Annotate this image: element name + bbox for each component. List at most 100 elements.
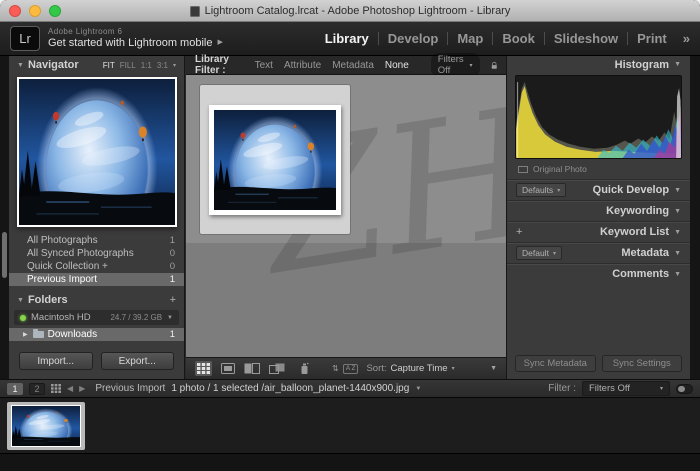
folders-panel-header[interactable]: ▼ Folders + [9,292,184,308]
zoom-button[interactable] [49,5,61,17]
module-print[interactable]: Print [628,31,676,46]
quick-develop-preset-dropdown[interactable]: Defaults ▾ [516,183,566,197]
histogram-panel-header[interactable]: Histogram ▼ [507,56,690,73]
histogram[interactable] [515,75,682,159]
comments-panel-header[interactable]: Comments ▼ [507,263,690,284]
minimize-button[interactable] [29,5,41,17]
panel-title-text: Quick Develop [593,184,669,196]
catalog-item-all-synced-photographs[interactable]: All Synced Photographs 0 [9,247,184,260]
caret-icon: ▾ [469,62,472,69]
selection-info[interactable]: 1 photo / 1 selected /air_balloon_planet… [171,383,409,394]
filmstrip-thumbnail-cell[interactable] [7,402,85,450]
grid-view-icon[interactable] [195,361,212,376]
folder-label: Downloads [48,329,97,340]
module-develop[interactable]: Develop [379,31,448,46]
main-window-button[interactable]: 1 [7,383,23,395]
zoom-fit[interactable]: FIT [103,61,115,70]
filmstrip-filter-dropdown[interactable]: Filters Off ▾ [582,381,670,396]
painter-spray-icon[interactable] [300,362,309,375]
disclosure-icon[interactable]: ▼ [17,297,24,304]
photo-thumbnail[interactable] [209,105,341,215]
main-area: ▼ Navigator FIT FILL 1:1 3:1 ▾ All Photo… [0,56,700,379]
add-keyword-button[interactable]: + [516,226,522,238]
disclosure-icon[interactable]: ▼ [17,62,24,69]
filter-none[interactable]: None [385,60,409,71]
disclosure-icon[interactable]: ▼ [674,229,681,236]
toolbar-content-chooser-icon[interactable]: ▼ [490,365,497,372]
catalog-item-label: All Photographs [27,235,98,246]
photo-cell[interactable] [200,85,350,234]
sort-controls: ⇅ A Z Sort: Capture Time ▾ [332,363,455,374]
keyword-list-panel-header[interactable]: + Keyword List ▼ [507,221,690,242]
metadata-preset-dropdown[interactable]: Default ▾ [516,246,562,260]
window-title: Lightroom Catalog.lrcat - Adobe Photosho… [205,5,511,17]
zoom-ratio[interactable]: 3:1 [157,61,168,70]
catalog-item-quick-collection[interactable]: Quick Collection + 0 [9,260,184,273]
disclosure-icon[interactable]: ▼ [674,250,681,257]
module-library[interactable]: Library [316,31,378,46]
module-overflow-icon[interactable]: » [676,31,690,46]
navigator-preview-image [19,79,175,225]
breadcrumb-dropdown-icon[interactable]: ▼ [415,386,421,392]
sync-settings-button[interactable]: Sync Settings [602,355,683,372]
lightroom-mobile-promo-link[interactable]: Get started with Lightroom mobile ▶ [48,36,223,50]
left-scrollbar-track[interactable] [0,56,9,379]
add-folder-button[interactable]: + [170,294,176,306]
filter-preset-dropdown[interactable]: Filters Off ▾ [431,53,480,77]
catalog-item-label: Quick Collection + [27,261,108,272]
compare-view-icon[interactable] [244,363,260,374]
navigator-panel-header[interactable]: ▼ Navigator FIT FILL 1:1 3:1 ▾ [9,56,184,74]
window-title-area: Lightroom Catalog.lrcat - Adobe Photosho… [0,0,700,22]
filter-metadata[interactable]: Metadata [332,60,374,71]
filmstrip-thumbnail[interactable] [11,405,81,447]
right-panel: Histogram ▼ Original Photo Defaults ▾ Qu… [506,56,690,379]
module-map[interactable]: Map [448,31,492,46]
sort-value-dropdown[interactable]: Capture Time [391,363,448,374]
loupe-view-icon[interactable] [221,363,235,374]
back-arrow-icon[interactable]: ◀ [67,384,73,393]
catalog-item-all-photographs[interactable]: All Photographs 1 [9,234,184,247]
caret-icon[interactable]: ▾ [452,365,455,372]
filter-toggle-switch[interactable] [676,384,693,394]
filter-text[interactable]: Text [255,60,273,71]
folder-item-downloads[interactable]: ▶ Downloads 1 [9,328,184,341]
left-scrollbar-handle[interactable] [2,232,7,278]
preset-value: Default [522,248,549,258]
navigator-preview[interactable] [17,77,177,227]
keywording-panel-header[interactable]: Keywording ▼ [507,200,690,221]
close-button[interactable] [9,5,21,17]
folders-panel-title: Folders [28,294,68,306]
catalog-item-count: 1 [170,274,175,285]
zoom-fill[interactable]: FILL [120,61,136,70]
export-button[interactable]: Export... [101,352,175,370]
catalog-item-previous-import[interactable]: Previous Import 1 [9,273,184,286]
second-window-button[interactable]: 2 [29,383,45,395]
folder-icon [33,331,44,338]
module-book[interactable]: Book [493,31,544,46]
sync-metadata-button[interactable]: Sync Metadata [515,355,596,372]
filter-lock-icon[interactable] [491,60,498,71]
disclosure-icon[interactable]: ▼ [674,271,681,278]
grid-shortcut-icon[interactable] [51,384,61,393]
zoom-1-1[interactable]: 1:1 [141,61,152,70]
module-slideshow[interactable]: Slideshow [545,31,627,46]
volume-macintosh-hd[interactable]: Macintosh HD 24.7 / 39.2 GB ▼ [14,310,179,325]
survey-view-icon[interactable] [269,363,285,374]
disclosure-icon[interactable]: ▼ [674,187,681,194]
metadata-panel-header[interactable]: Default ▾ Metadata ▼ [507,242,690,263]
zoom-ratio-caret-icon[interactable]: ▾ [173,62,176,69]
sort-direction-icon[interactable]: ⇅ [332,364,339,373]
volume-disclosure-icon[interactable]: ▼ [167,315,173,321]
disclosure-icon[interactable]: ▼ [674,61,681,68]
quick-develop-panel-header[interactable]: Defaults ▾ Quick Develop ▼ [507,179,690,200]
source-breadcrumb[interactable]: Previous Import [95,383,165,394]
sort-label: Sort: [366,363,386,374]
right-scrollbar-track[interactable] [690,56,700,379]
forward-arrow-icon[interactable]: ▶ [79,384,85,393]
disclosure-icon[interactable]: ▼ [674,208,681,215]
import-button[interactable]: Import... [19,352,93,370]
panel-title-text: Comments [612,268,669,280]
filter-attribute[interactable]: Attribute [284,60,321,71]
sort-az-badge[interactable]: A Z [343,364,359,374]
folder-disclosure-icon[interactable]: ▶ [23,331,28,338]
